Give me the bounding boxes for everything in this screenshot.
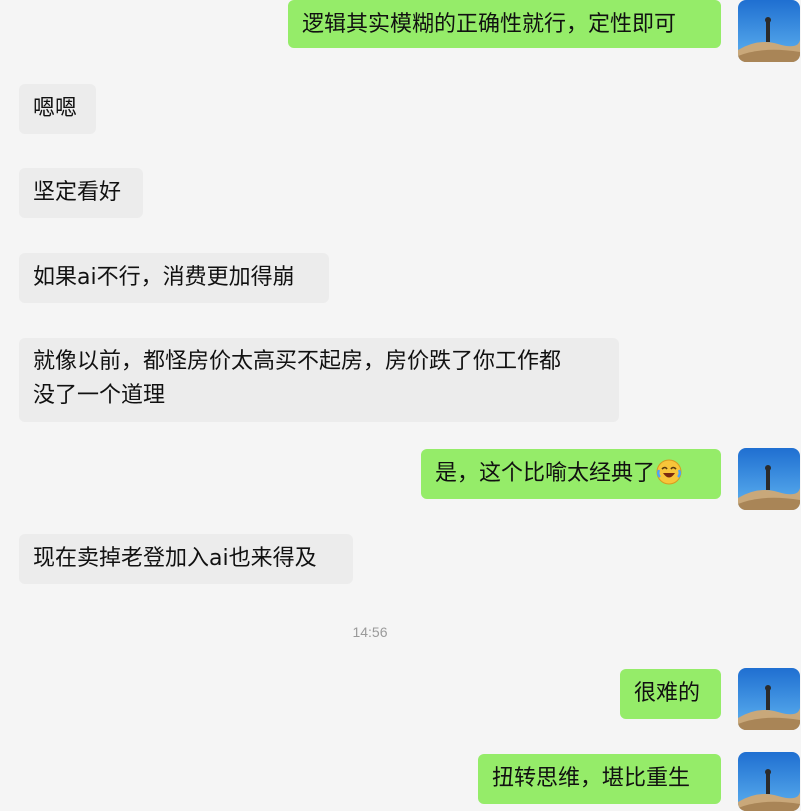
message-text: 现在卖掉老登加入ai也来得及 <box>33 546 317 571</box>
avatar-image-icon <box>738 668 800 730</box>
message-bubble-incoming[interactable]: 坚定看好 <box>19 168 143 218</box>
message-text-line: 就像以前，都怪房价太高买不起房，房价跌了你工作都 <box>33 349 562 374</box>
message-text: 扭转思维，堪比重生 <box>492 766 691 791</box>
message-bubble-incoming[interactable]: 嗯嗯 <box>19 84 96 134</box>
message-bubble-incoming[interactable]: 就像以前，都怪房价太高买不起房，房价跌了你工作都 没了一个道理 <box>19 338 619 422</box>
avatar-image-icon <box>738 448 800 510</box>
timestamp: 14:56 <box>352 624 388 640</box>
avatar-image-icon <box>738 752 800 811</box>
message-bubble-outgoing[interactable]: 很难的 <box>620 669 721 719</box>
avatar[interactable] <box>738 448 800 510</box>
laughing-crying-emoji-icon <box>655 458 683 486</box>
avatar[interactable] <box>738 0 800 62</box>
message-text: 坚定看好 <box>33 180 122 205</box>
avatar[interactable] <box>738 752 800 811</box>
message-text: 嗯嗯 <box>33 96 78 121</box>
message-text: 如果ai不行，消费更加得崩 <box>33 265 295 290</box>
message-bubble-incoming[interactable]: 如果ai不行，消费更加得崩 <box>19 253 329 303</box>
avatar-image-icon <box>738 0 800 62</box>
message-bubble-outgoing[interactable]: 逻辑其实模糊的正确性就行，定性即可 <box>288 0 721 48</box>
message-bubble-outgoing[interactable]: 是，这个比喻太经典了 <box>421 449 721 499</box>
chat-window: 逻辑其实模糊的正确性就行，定性即可 嗯嗯 坚定看好 如果ai不行，消费更加得崩 <box>0 0 801 811</box>
message-bubble-outgoing[interactable]: 扭转思维，堪比重生 <box>478 754 721 804</box>
avatar[interactable] <box>738 668 800 730</box>
message-text: 很难的 <box>634 681 701 706</box>
message-text: 逻辑其实模糊的正确性就行，定性即可 <box>302 12 677 37</box>
message-bubble-incoming[interactable]: 现在卖掉老登加入ai也来得及 <box>19 534 353 584</box>
message-text-line: 没了一个道理 <box>33 383 166 408</box>
message-text: 是，这个比喻太经典了 <box>435 461 656 486</box>
